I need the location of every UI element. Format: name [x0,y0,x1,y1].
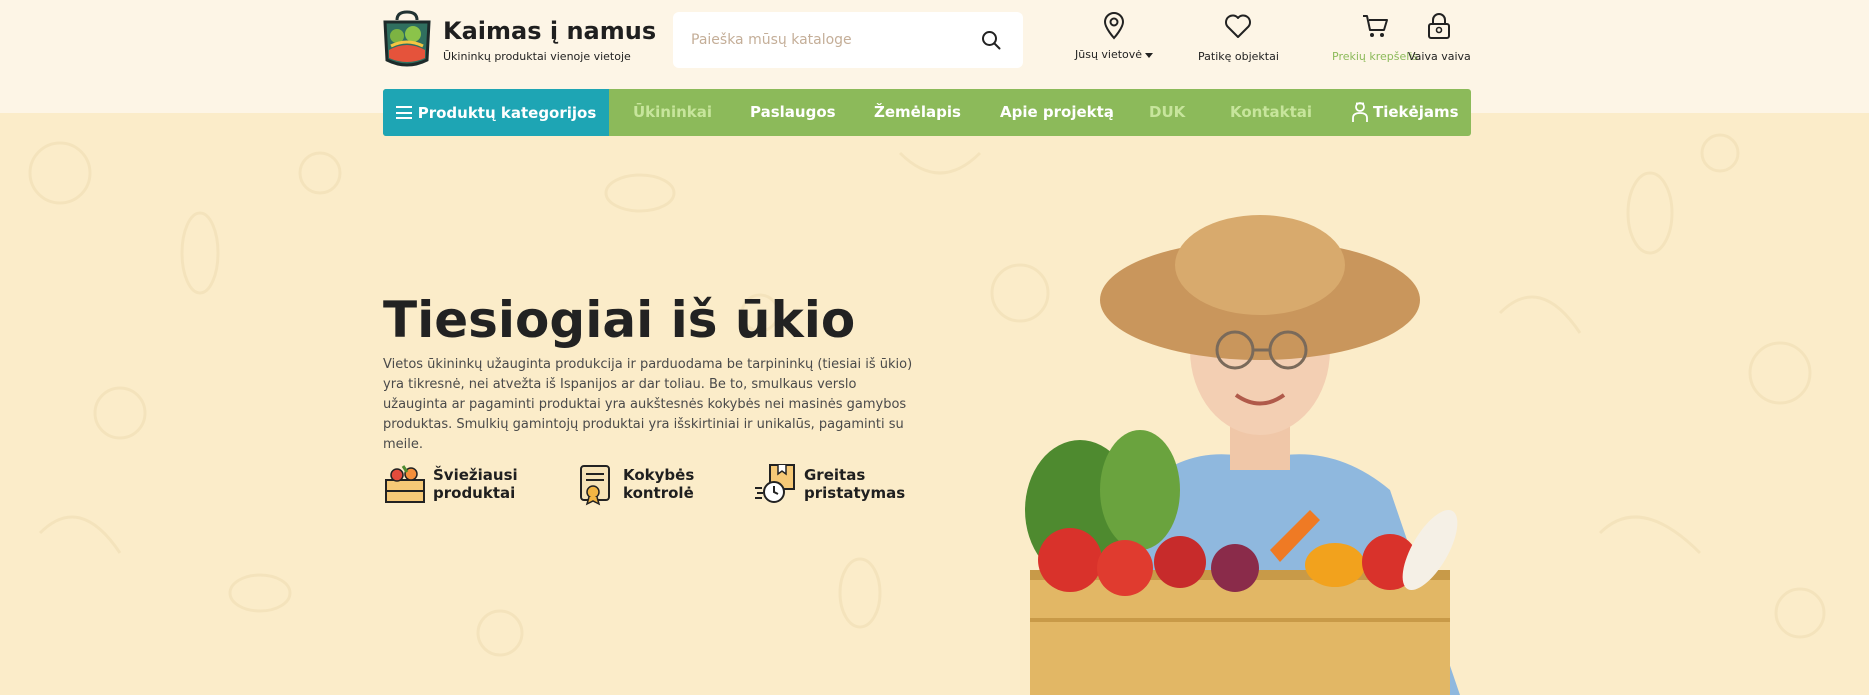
hero-title: Tiesiogiai iš ūkio [383,291,856,349]
vegetable-pattern-background [28,133,1826,657]
categories-label: Produktų kategorijos [417,103,597,122]
search-icon [982,31,1001,50]
nav-item-map[interactable]: Žemėlapis [874,103,961,121]
feature-fresh-products: Šviežiausi produktai [383,462,533,506]
categories-menu-button[interactable]: Produktų kategorijos [383,89,609,136]
feature-fresh-label: Šviežiausi produktai [433,466,518,502]
nav-item-contacts[interactable]: Kontaktai [1230,103,1312,121]
location-selector[interactable]: Jūsų vietovė [1075,10,1154,61]
feature-fast-delivery: Greitas pristatymas [754,462,906,506]
feature-delivery-label: Greitas pristatymas [804,466,906,502]
suppliers-label: Tiekėjams [1373,103,1459,121]
account-link[interactable]: Vaiva vaiva [1408,10,1471,63]
feature-quality-control: Kokybės kontrolė [573,462,723,506]
favorites-link[interactable]: Patikę objektai [1198,10,1279,63]
brand-subtitle: Ūkininkų produktai vienoje vietoje [443,49,631,63]
heart-icon [1225,14,1252,38]
location-label: Jūsų vietovė [1075,48,1143,61]
nav-item-faq[interactable]: DUK [1149,103,1185,121]
brand-logo[interactable]: Kaimas į namus Ūkininkų produktai vienoj… [383,10,656,70]
main-nav: Produktų kategorijos Ūkininkai Paslaugos… [383,89,1471,136]
nav-item-about[interactable]: Apie projektą [1000,103,1114,121]
user-lock-icon [1428,13,1451,39]
fast-delivery-icon [755,464,795,503]
brand-title: Kaimas į namus [443,17,657,46]
quality-certificate-icon [580,465,610,506]
fresh-crate-icon [385,465,425,503]
hero-section: Tiesiogiai iš ūkio Vietos ūkininkų užaug… [0,113,1869,695]
nav-item-services[interactable]: Paslaugos [750,103,836,121]
chevron-down-icon [1145,52,1154,58]
supplier-user-icon [1352,102,1368,122]
location-pin-icon [1104,12,1125,40]
favorites-label: Patikę objektai [1198,50,1279,63]
hero-description: Vietos ūkininkų užauginta produkcija ir … [383,357,913,452]
nav-item-suppliers[interactable]: Tiekėjams [1351,101,1459,123]
logo-basket-icon [383,10,431,67]
account-label: Vaiva vaiva [1408,50,1471,63]
cart-link[interactable]: Prekių krepšelis [1332,10,1418,63]
search-bar [673,12,1023,68]
nav-item-farmers[interactable]: Ūkininkai [633,103,712,121]
feature-quality-label: Kokybės kontrolė [623,466,695,502]
hamburger-icon [395,106,412,119]
cart-label: Prekių krepšelis [1332,50,1419,63]
search-input[interactable] [691,32,977,48]
farmer-with-vegetable-crate-image [1025,215,1460,695]
cart-icon [1363,15,1389,37]
search-button[interactable] [977,26,1005,54]
